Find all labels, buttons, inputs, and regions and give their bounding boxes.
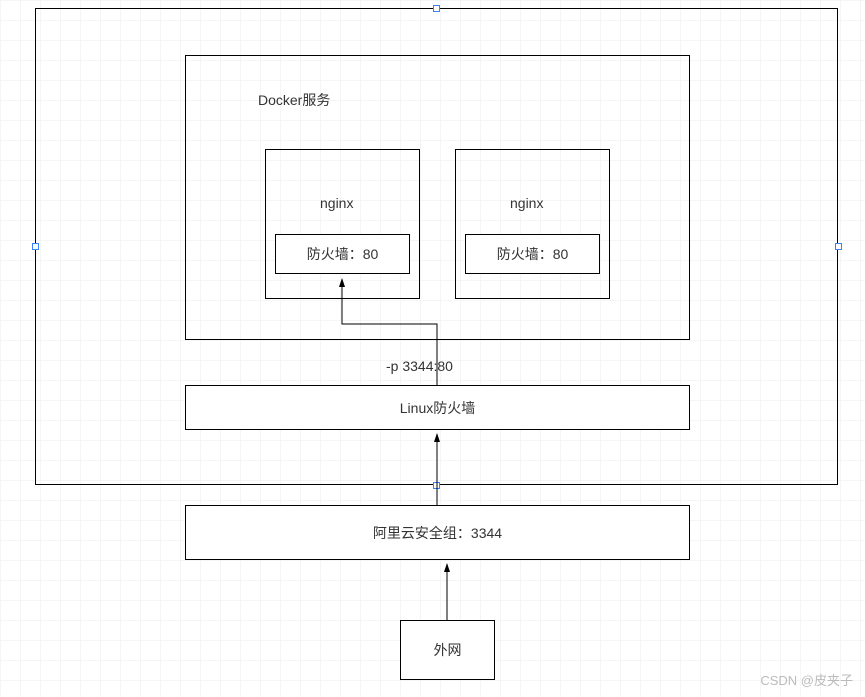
nginx-2-firewall-box: 防火墙：80 [465,234,600,274]
external-network-label: 外网 [434,640,462,660]
aliyun-security-group-box: 阿里云安全组：3344 [185,505,690,560]
linux-firewall-box: Linux防火墙 [185,385,690,430]
selection-handle[interactable] [433,482,440,489]
docker-service-label: Docker服务 [258,90,330,110]
selection-handle[interactable] [835,243,842,250]
watermark: CSDN @皮夹子 [760,670,853,689]
nginx-1-title: nginx [320,195,353,211]
nginx-2-firewall-label: 防火墙：80 [497,244,569,264]
nginx-1-firewall-box: 防火墙：80 [275,234,410,274]
linux-firewall-label: Linux防火墙 [400,398,475,418]
external-network-box: 外网 [400,620,495,680]
nginx-1-firewall-label: 防火墙：80 [307,244,379,264]
nginx-container-1 [265,149,420,299]
port-map-label: -p 3344:80 [386,358,453,374]
aliyun-security-group-label: 阿里云安全组：3344 [373,523,502,543]
nginx-container-2 [455,149,610,299]
nginx-2-title: nginx [510,195,543,211]
selection-handle[interactable] [32,243,39,250]
selection-handle[interactable] [433,5,440,12]
